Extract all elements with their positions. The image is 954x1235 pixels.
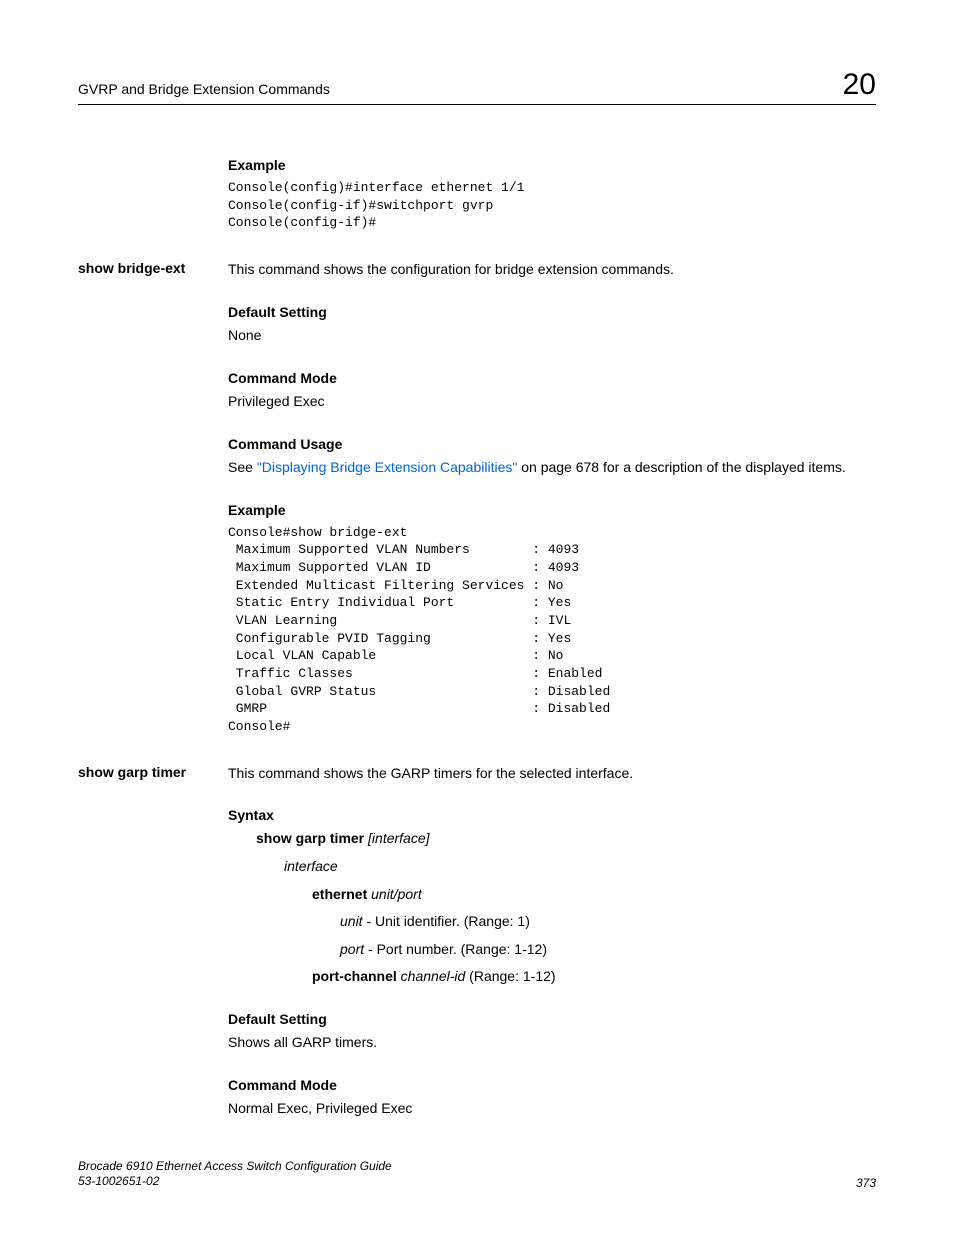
sbe-mode-heading: Command Mode bbox=[228, 370, 876, 386]
sbe-default-value: None bbox=[228, 326, 876, 346]
command-show-bridge-ext: show bridge-ext bbox=[78, 260, 228, 276]
side-command-col-2: show garp timer bbox=[78, 764, 228, 780]
sgt-mode-heading: Command Mode bbox=[228, 1077, 876, 1093]
sgt-portchannel-bold: port-channel bbox=[312, 968, 397, 984]
sgt-port-label: port bbox=[340, 941, 364, 957]
footer-docnum: 53-1002651-02 bbox=[78, 1174, 392, 1190]
show-bridge-ext-body: This command shows the configuration for… bbox=[228, 260, 876, 736]
example-code: Console(config)#interface ethernet 1/1 C… bbox=[228, 179, 876, 232]
sgt-description: This command shows the GARP timers for t… bbox=[228, 764, 876, 784]
sgt-portchannel-line: port-channel channel-id (Range: 1-12) bbox=[228, 967, 876, 987]
footer-left: Brocade 6910 Ethernet Access Switch Conf… bbox=[78, 1159, 392, 1190]
example-block-1: Example Console(config)#interface ethern… bbox=[228, 157, 876, 232]
sgt-default-value: Shows all GARP timers. bbox=[228, 1033, 876, 1053]
sgt-syntax-heading: Syntax bbox=[228, 807, 876, 823]
page-header: GVRP and Bridge Extension Commands 20 bbox=[78, 68, 876, 105]
sgt-unit-label: unit bbox=[340, 913, 363, 929]
show-garp-timer-section: show garp timer This command shows the G… bbox=[78, 764, 876, 1119]
sbe-example-code: Console#show bridge-ext Maximum Supporte… bbox=[228, 524, 876, 736]
sgt-interface-label: interface bbox=[228, 857, 876, 877]
sgt-syntax-arg: [interface] bbox=[364, 830, 429, 846]
sbe-usage-prefix: See bbox=[228, 459, 257, 475]
sbe-usage-suffix: on page 678 for a description of the dis… bbox=[517, 459, 845, 475]
sbe-usage-heading: Command Usage bbox=[228, 436, 876, 452]
show-bridge-ext-section: show bridge-ext This command shows the c… bbox=[78, 260, 876, 736]
sgt-port-line: port - Port number. (Range: 1-12) bbox=[228, 940, 876, 960]
sgt-mode-value: Normal Exec, Privileged Exec bbox=[228, 1099, 876, 1119]
sbe-description: This command shows the configuration for… bbox=[228, 260, 876, 280]
sbe-example-heading: Example bbox=[228, 502, 876, 518]
sgt-syntax-cmd: show garp timer bbox=[256, 830, 364, 846]
sgt-portchannel-rest: (Range: 1-12) bbox=[465, 968, 555, 984]
side-command-col: show bridge-ext bbox=[78, 260, 228, 276]
sgt-ethernet-line: ethernet unit/port bbox=[228, 885, 876, 905]
sgt-ethernet-rest: unit/port bbox=[367, 886, 421, 902]
sbe-mode-value: Privileged Exec bbox=[228, 392, 876, 412]
sbe-usage-link[interactable]: "Displaying Bridge Extension Capabilitie… bbox=[257, 459, 518, 475]
sbe-default-heading: Default Setting bbox=[228, 304, 876, 320]
sgt-syntax-main: show garp timer [interface] bbox=[228, 829, 876, 849]
footer-title: Brocade 6910 Ethernet Access Switch Conf… bbox=[78, 1159, 392, 1175]
header-title: GVRP and Bridge Extension Commands bbox=[78, 81, 330, 97]
chapter-number: 20 bbox=[843, 68, 876, 102]
sgt-default-heading: Default Setting bbox=[228, 1011, 876, 1027]
sgt-body: This command shows the GARP timers for t… bbox=[228, 764, 876, 1119]
command-show-garp-timer: show garp timer bbox=[78, 764, 228, 780]
sgt-port-desc: - Port number. (Range: 1-12) bbox=[364, 941, 547, 957]
sgt-portchannel-italic: channel-id bbox=[397, 968, 466, 984]
example-heading: Example bbox=[228, 157, 876, 173]
page-footer: Brocade 6910 Ethernet Access Switch Conf… bbox=[78, 1159, 876, 1190]
sgt-ethernet-bold: ethernet bbox=[312, 886, 367, 902]
footer-page: 373 bbox=[856, 1176, 876, 1190]
sbe-usage-text: See "Displaying Bridge Extension Capabil… bbox=[228, 458, 876, 478]
sgt-unit-line: unit - Unit identifier. (Range: 1) bbox=[228, 912, 876, 932]
sgt-unit-desc: - Unit identifier. (Range: 1) bbox=[363, 913, 530, 929]
